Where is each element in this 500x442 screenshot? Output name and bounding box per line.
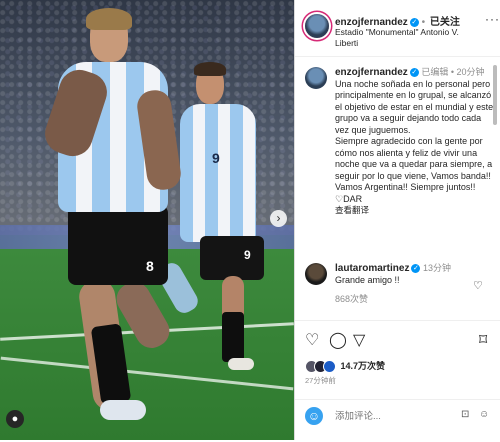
player2-boot [228, 358, 254, 370]
like-icon[interactable]: ♡ [305, 333, 319, 349]
comment-body: lautaromartinez ✓ 13分钟 Grande amigo !! 86… [335, 263, 495, 306]
player1-number: 8 [146, 258, 154, 274]
verified-icon: ✓ [411, 264, 421, 273]
caption-time: 20分钟 [456, 67, 485, 77]
comment-time: 13分钟 [422, 263, 451, 273]
comment-icon[interactable]: ◯ [329, 333, 347, 349]
player2-shorts-number: 9 [244, 248, 251, 262]
emoji-picker-icon[interactable]: ☺ [479, 409, 489, 420]
avatar[interactable] [305, 67, 327, 89]
player2-number: 9 [212, 150, 220, 166]
player2-jersey [180, 104, 256, 242]
post-photo[interactable]: 9 9 8 › ● [0, 0, 294, 440]
verified-icon: ✓ [409, 68, 419, 77]
caption-text: Una noche soñada en lo personal pero pri… [335, 78, 494, 135]
likes-count: 14.7万次赞 [340, 361, 386, 371]
see-translation-link[interactable]: 查看翻译 [335, 205, 369, 215]
header-user-line: enzojfernandez ✓ • 已关注 [335, 17, 460, 28]
post-date: 27分钟前 [305, 376, 336, 385]
player2-sock [222, 312, 244, 362]
player2-hair [194, 62, 226, 76]
comment-username[interactable]: lautaromartinez [335, 263, 409, 274]
avatar[interactable] [305, 14, 329, 38]
edited-label: 已编辑 [421, 67, 449, 77]
add-comment-input[interactable] [333, 410, 447, 423]
save-icon[interactable]: ⌑ [479, 333, 487, 349]
caption-body: enzojfernandez ✓ 已编辑 • 20分钟 Una noche soñ… [335, 67, 494, 215]
location[interactable]: Estadio "Monumental" Antonio V. Liberti [335, 27, 465, 49]
avatar[interactable] [305, 263, 327, 285]
liker-avatar [323, 360, 336, 374]
player1-hair [86, 8, 132, 30]
post-side-panel: enzojfernandez ✓ • 已关注 Estadio "Monumenta… [294, 0, 500, 440]
post-actions: ♡ ◯ ▽ ⌑ 14.7万次赞 27分钟前 ☺ ⊡ ☺ [295, 320, 500, 441]
emoji-icon[interactable]: ☺ [305, 407, 323, 425]
player2-shorts [200, 236, 264, 280]
caption-username[interactable]: enzojfernandez [335, 67, 408, 78]
gif-icon[interactable]: ⊡ [461, 409, 469, 420]
post-header: enzojfernandez ✓ • 已关注 Estadio "Monumenta… [295, 0, 500, 57]
user-tag-icon[interactable]: ● [6, 410, 24, 428]
player1-boot [100, 400, 146, 420]
verified-icon: ✓ [409, 18, 419, 27]
comment-like-icon[interactable]: ♡ [473, 279, 483, 292]
comment-likes[interactable]: 868次赞 [335, 294, 368, 306]
next-arrow-icon[interactable]: › [270, 210, 287, 227]
likes-summary[interactable]: 14.7万次赞 [305, 359, 386, 374]
more-options-icon[interactable]: ··· [485, 12, 500, 26]
caption-text-2: Siempre agradecido con la gente por cómo… [335, 136, 493, 204]
share-icon[interactable]: ▽ [353, 333, 365, 349]
comments-area[interactable]: enzojfernandez ✓ 已编辑 • 20分钟 Una noche soñ… [295, 57, 500, 317]
comment-text: Grande amigo !! [335, 274, 400, 285]
